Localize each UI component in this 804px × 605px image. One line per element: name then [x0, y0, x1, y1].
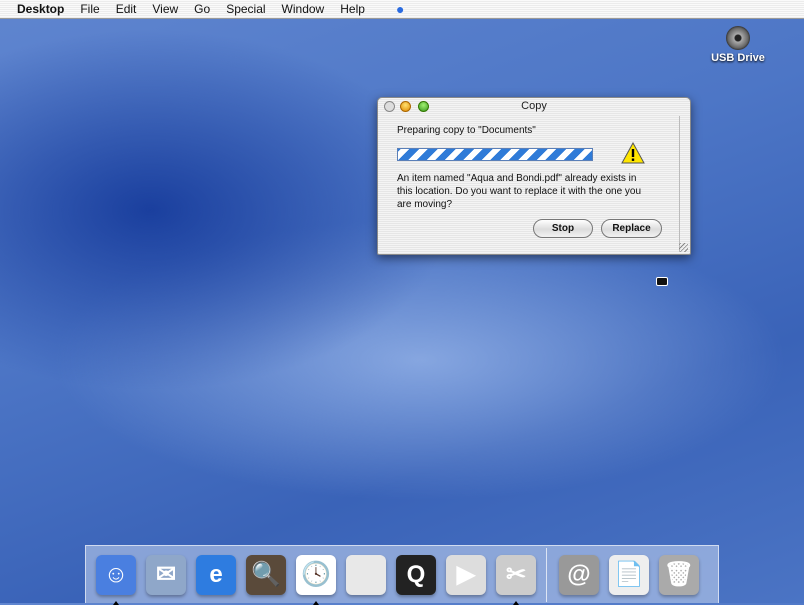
dock-clock-icon[interactable]: 🕓 — [292, 551, 340, 605]
usb-drive-label: USB Drive — [711, 52, 765, 64]
dock-sherlock-icon[interactable]: 🔍 — [242, 551, 290, 599]
replace-message: An item named "Aqua and Bondi.pdf" alrea… — [397, 173, 642, 210]
menu-help[interactable]: Help — [332, 2, 373, 16]
dock-internet-location-icon[interactable]: @ — [555, 551, 603, 599]
menu-file[interactable]: File — [72, 2, 107, 16]
resize-grip[interactable] — [679, 243, 688, 252]
divider — [679, 116, 680, 252]
dock-itunes-icon[interactable]: ▶ — [442, 551, 490, 599]
menu-bar: Desktop File Edit View Go Special Window… — [0, 0, 804, 19]
stop-button[interactable]: Stop — [533, 219, 593, 238]
apple-menu-icon[interactable]: ● — [396, 1, 404, 17]
dock-trash-icon[interactable]: 🗑 — [655, 551, 703, 599]
title-bar[interactable]: Copy — [378, 98, 690, 116]
dock-quicktime-icon[interactable]: Q — [392, 551, 440, 599]
camera-cursor-icon — [656, 277, 668, 286]
status-text: Preparing copy to "Documents" — [397, 125, 536, 136]
window-title: Copy — [521, 100, 547, 112]
menu-special[interactable]: Special — [218, 2, 273, 16]
dock-finder-icon[interactable]: ☺ — [92, 551, 140, 605]
copy-dialog: Copy Preparing copy to "Documents" An it… — [377, 97, 691, 255]
menu-window[interactable]: Window — [274, 2, 333, 16]
menu-view[interactable]: View — [144, 2, 186, 16]
minimize-button[interactable] — [400, 101, 411, 112]
dock-read-me-icon[interactable]: 📄 — [605, 551, 653, 599]
replace-button[interactable]: Replace — [601, 219, 662, 238]
dock: ☺ ✉ e 🔍 🕓 Q ▶ ✂ @ 📄 🗑 — [85, 545, 719, 605]
disk-icon — [726, 26, 750, 50]
menu-app-name[interactable]: Desktop — [0, 2, 72, 16]
menu-edit[interactable]: Edit — [108, 2, 145, 16]
usb-drive-icon[interactable]: USB Drive — [706, 26, 770, 64]
dock-mail-icon[interactable]: ✉ — [142, 551, 190, 599]
zoom-button[interactable] — [418, 101, 429, 112]
dock-system-preferences-icon[interactable] — [342, 551, 390, 599]
dock-grab-icon[interactable]: ✂ — [492, 551, 540, 605]
close-button[interactable] — [384, 101, 395, 112]
warning-icon — [621, 142, 645, 164]
dock-separator — [546, 547, 547, 602]
progress-bar — [397, 148, 593, 161]
dock-internet-explorer-icon[interactable]: e — [192, 551, 240, 599]
menu-go[interactable]: Go — [186, 2, 218, 16]
